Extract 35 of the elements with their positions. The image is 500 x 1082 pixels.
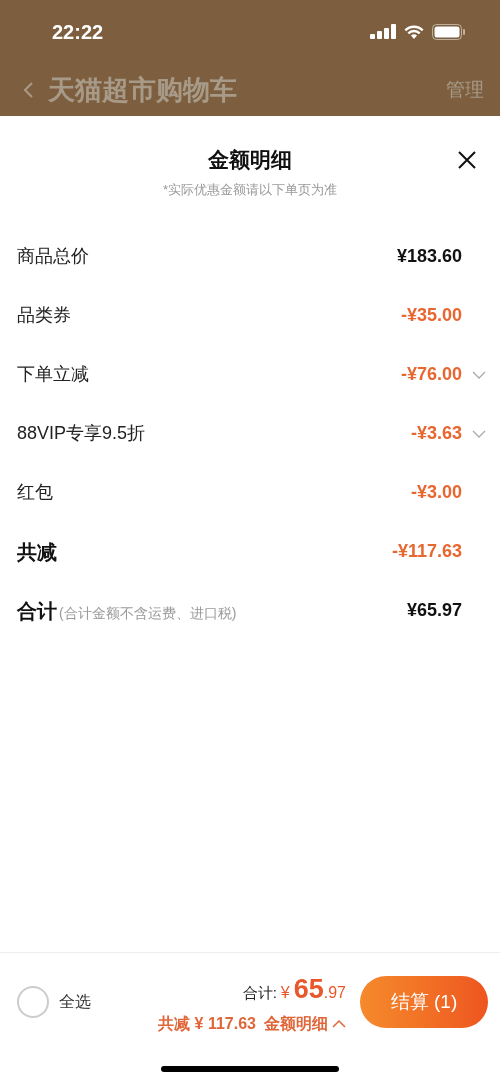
chevron-down-icon[interactable] — [472, 370, 486, 379]
row-label: 共减 — [17, 539, 57, 565]
row-note: (合计金额不含运费、进口税) — [59, 603, 237, 623]
row-label: 红包 — [17, 481, 53, 504]
signal-icon — [370, 24, 396, 40]
sheet-title: 金额明细 — [208, 147, 292, 173]
details-link[interactable]: 金额明细 — [264, 1011, 346, 1036]
select-all-label[interactable]: 全选 — [59, 990, 91, 1015]
close-icon[interactable] — [458, 151, 476, 169]
page-title: 天猫超市购物车 — [48, 73, 237, 107]
manage-link[interactable]: 管理 — [446, 75, 484, 105]
sheet-subtitle: *实际优惠金额请以下单页为准 — [162, 180, 338, 199]
saved-amount: 共减 ¥ 117.63 — [158, 1013, 256, 1034]
row-amount: ¥65.97 — [406, 599, 462, 622]
row-label: 品类券 — [17, 304, 71, 327]
row-label: 商品总价 — [17, 245, 89, 268]
row-label: 合计 — [17, 598, 57, 624]
total-label: 合计: — [242, 983, 277, 1003]
row-amount: -¥3.00 — [410, 481, 462, 504]
status-time: 22:22 — [52, 20, 104, 45]
chevron-up-icon — [332, 1019, 346, 1028]
row-amount: -¥76.00 — [400, 363, 462, 386]
wifi-icon — [404, 24, 424, 40]
battery-icon — [432, 24, 466, 40]
row-label: 下单立减 — [17, 363, 89, 386]
checkout-button[interactable]: 结算 (1) — [360, 976, 488, 1029]
row-amount: -¥3.63 — [410, 422, 462, 445]
row-amount: -¥35.00 — [400, 304, 462, 327]
total-price: ¥65.97 — [280, 973, 346, 1006]
row-amount: -¥117.63 — [391, 540, 462, 563]
row-amount: ¥183.60 — [396, 245, 462, 268]
back-icon[interactable] — [22, 81, 34, 99]
chevron-down-icon[interactable] — [472, 429, 486, 438]
select-all-checkbox[interactable] — [17, 986, 49, 1019]
row-label: 88VIP专享9.5折 — [17, 422, 146, 445]
